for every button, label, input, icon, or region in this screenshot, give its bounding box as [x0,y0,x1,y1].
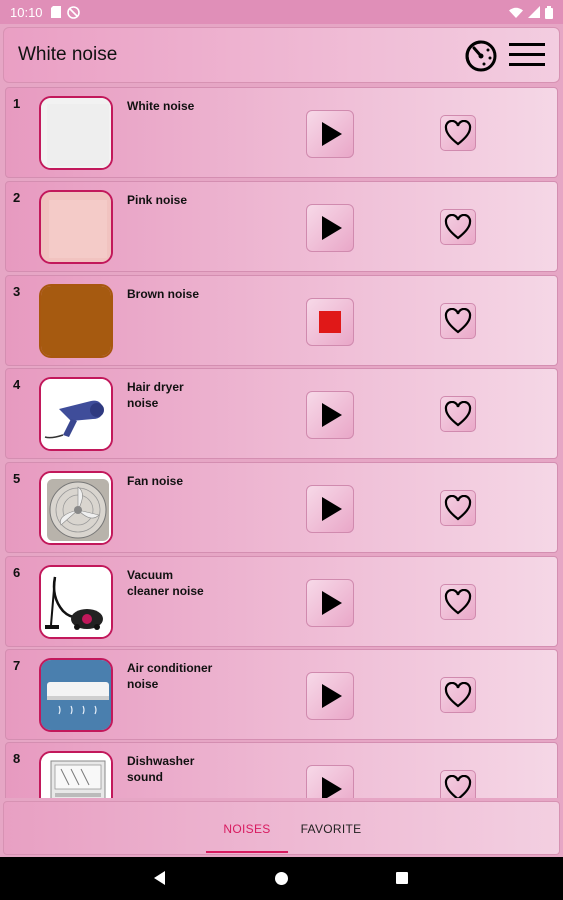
favorite-button[interactable] [440,303,476,339]
heart-icon [444,401,472,427]
vacuum-cleaner-thumbnail [39,565,113,639]
row-title: Air conditioner noise [127,661,213,691]
favorite-button[interactable] [440,396,476,432]
menu-icon[interactable] [509,41,545,69]
white-noise-thumbnail [39,96,113,170]
favorite-button[interactable] [440,209,476,245]
system-nav-bar [0,857,563,900]
home-icon[interactable] [275,872,288,885]
row-index: 2 [13,190,21,205]
wifi-icon [509,7,523,18]
pink-noise-thumbnail [39,190,113,264]
brown-noise-thumbnail [39,284,113,358]
stop-icon [319,311,341,333]
heart-icon [444,308,472,334]
dishwasher-thumbnail [39,751,113,798]
recents-icon[interactable] [396,872,408,884]
row-title: Vacuum cleaner noise [127,568,204,598]
row-index: 3 [13,284,21,299]
favorite-button[interactable] [440,115,476,151]
status-time: 10:10 [10,4,43,20]
row-title: Pink noise [127,193,188,207]
list-item[interactable]: 6 Vacuum cleaner noise [5,556,558,647]
tab-noises[interactable]: NOISES [206,802,288,856]
list-item[interactable]: 4 Hair dryer noise [5,368,558,459]
row-title: White noise [127,99,195,113]
play-button[interactable] [306,485,354,533]
fan-thumbnail [39,471,113,545]
list-item[interactable]: 3 Brown noise [5,275,558,366]
row-index: 6 [13,565,21,580]
hair-dryer-thumbnail [39,377,113,451]
list-item[interactable]: 2 Pink noise [5,181,558,272]
stop-button[interactable] [306,298,354,346]
heart-icon [444,214,472,240]
air-conditioner-thumbnail [39,658,113,732]
noise-list[interactable]: 1 White noise 2 Pink noise 3 Brown noise [3,86,560,798]
play-icon [322,122,342,146]
list-item[interactable]: 7 Air conditioner noise [5,649,558,740]
row-title: Brown noise [127,287,200,301]
favorite-button[interactable] [440,490,476,526]
row-index: 8 [13,751,21,766]
play-icon [322,403,342,427]
play-icon [322,684,342,708]
list-item[interactable]: 8 Dishwasher sound [5,742,558,798]
row-index: 1 [13,96,21,111]
tab-noises-label: NOISES [223,822,271,836]
tab-favorite-label: FAVORITE [300,822,362,836]
battery-icon [545,5,553,19]
app-bar: White noise [3,27,560,83]
timer-icon[interactable] [463,37,499,73]
play-button[interactable] [306,391,354,439]
play-icon [322,591,342,615]
favorite-button[interactable] [440,677,476,713]
play-button[interactable] [306,110,354,158]
tab-indicator [206,851,288,853]
row-title: Fan noise [127,474,184,488]
row-title: Dishwasher sound [127,754,195,784]
heart-icon [444,589,472,615]
heart-icon [444,120,472,146]
favorite-button[interactable] [440,770,476,798]
row-index: 7 [13,658,21,673]
row-index: 5 [13,471,21,486]
play-icon [322,777,342,798]
signal-icon [528,6,540,18]
tab-favorite[interactable]: FAVORITE [290,802,372,856]
heart-icon [444,682,472,708]
heart-icon [444,775,472,798]
heart-icon [444,495,472,521]
status-bar: 10:10 [0,0,563,24]
favorite-button[interactable] [440,584,476,620]
play-button[interactable] [306,579,354,627]
play-button[interactable] [306,672,354,720]
play-icon [322,497,342,521]
play-button[interactable] [306,765,354,798]
play-icon [322,216,342,240]
page-title: White noise [18,44,118,65]
play-button[interactable] [306,204,354,252]
bottom-tab-bar: NOISES FAVORITE [3,801,560,855]
list-item[interactable]: 1 White noise [5,87,558,178]
list-item[interactable]: 5 Fan noise [5,462,558,553]
sd-card-icon [50,6,61,18]
row-index: 4 [13,377,21,392]
back-icon[interactable] [154,871,165,885]
no-disturb-icon [66,5,80,19]
row-title: Hair dryer noise [127,380,184,410]
